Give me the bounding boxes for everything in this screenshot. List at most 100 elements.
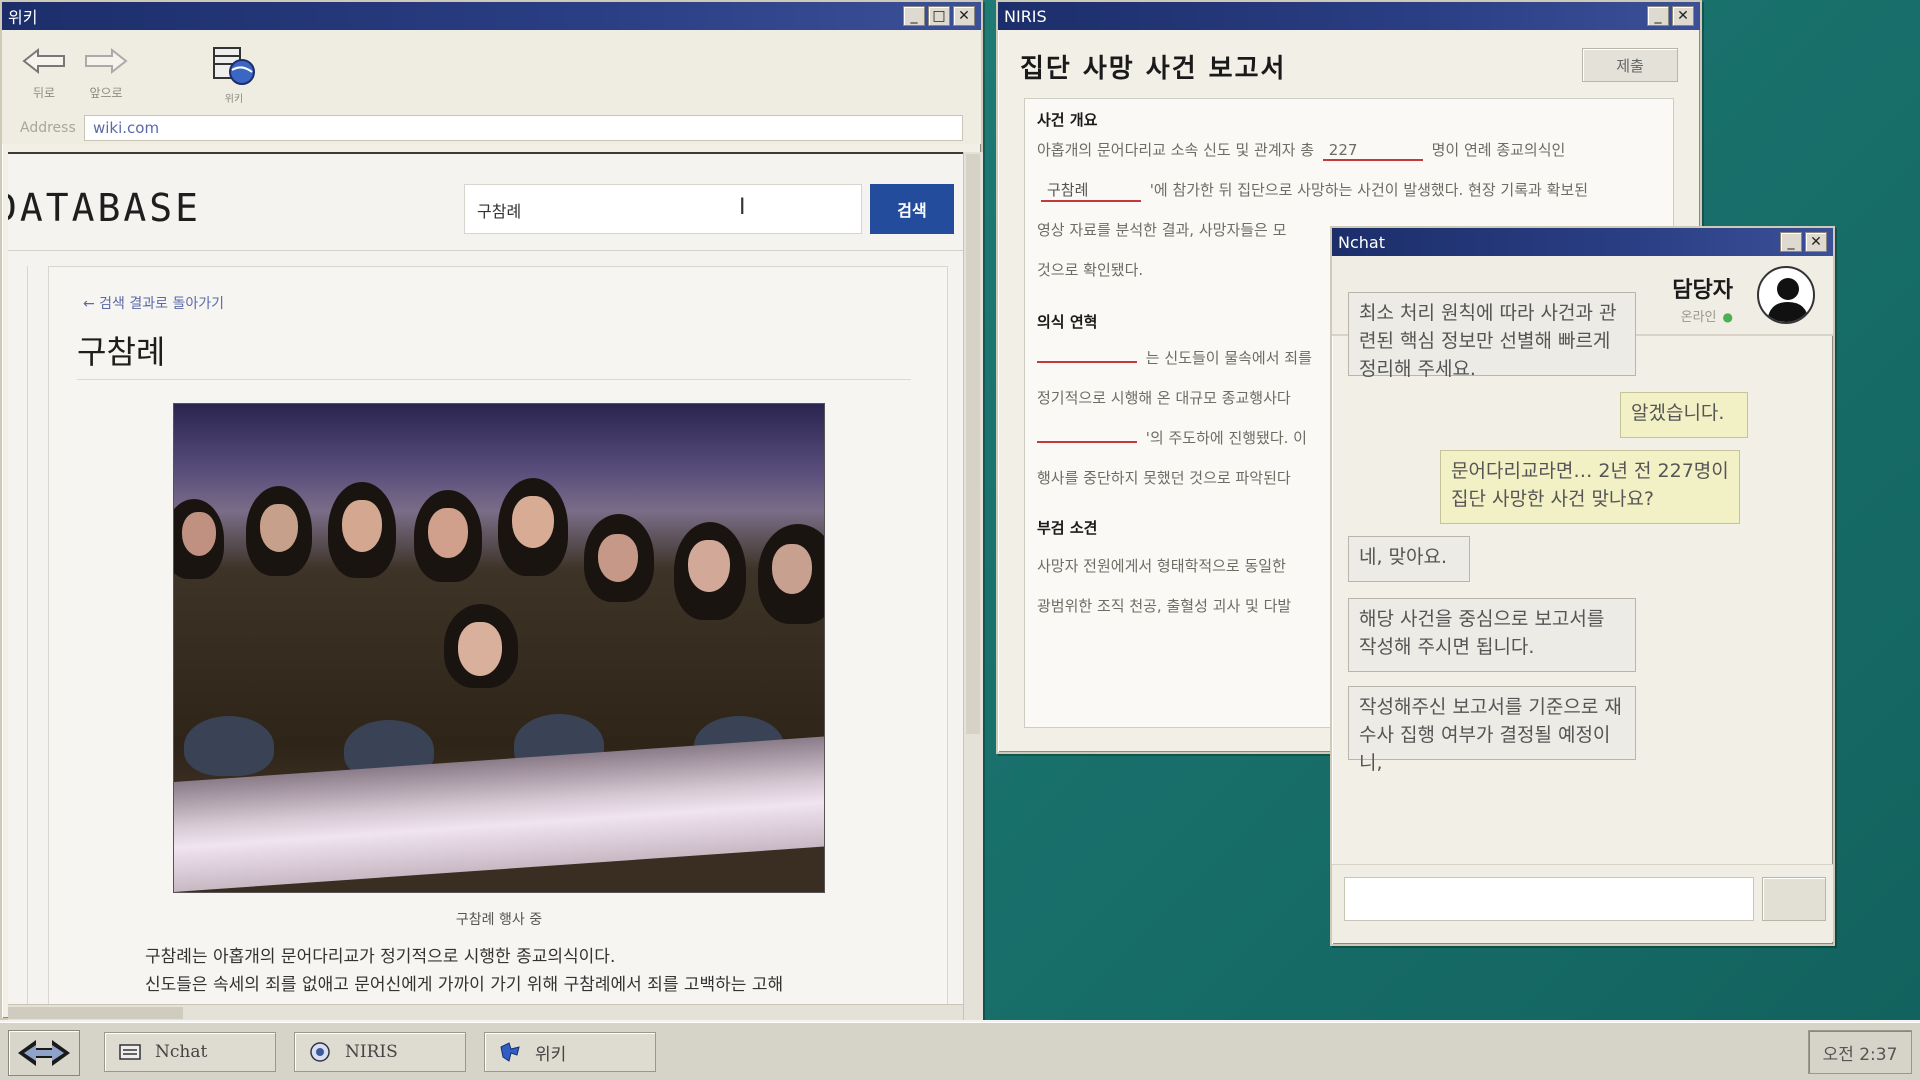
database-globe-icon — [213, 47, 255, 85]
message-incoming: 작성해주신 보고서를 기준으로 재수사 집행 여부가 결정될 예정이니, — [1348, 686, 1636, 774]
report-line: 아홉개의 문어다리교 소속 신도 및 관계자 총 227 명이 연례 종교의식인 — [1037, 139, 1565, 161]
wiki-home-button[interactable]: 위키 — [206, 44, 262, 105]
report-title: 집단 사망 사건 보고서 — [1020, 54, 1287, 84]
report-text: 명이 연례 종교의식인 — [1431, 141, 1566, 159]
wiki-window: 위키 _ □ ✕ 뒤로 앞으로 위키 Address wiki.com DATA… — [0, 0, 983, 1020]
search-input[interactable]: 구참례 I — [464, 184, 862, 234]
report-line: 사망자 전원에게서 형태학적으로 동일한 — [1037, 557, 1286, 575]
back-to-results-link[interactable]: ← 검색 결과로 돌아가기 — [83, 293, 224, 313]
report-line: 정기적으로 시행해 온 대규모 종교행사다 — [1037, 389, 1291, 407]
search-input-value: 구참례 — [477, 202, 522, 221]
wiki-puzzle-icon — [500, 1042, 520, 1062]
back-label: 뒤로 — [32, 86, 56, 100]
search-button[interactable]: 검색 — [870, 184, 954, 234]
taskbar-item-label: NIRIS — [345, 1042, 398, 1062]
chat-messages: 최소 처리 원칙에 따라 사건과 관련된 핵심 정보만 선별해 빠르게 정리해 … — [1332, 292, 1833, 856]
send-button[interactable] — [1762, 877, 1826, 921]
taskbar-item-label: 위키 — [535, 1044, 567, 1065]
report-text: '에 참가한 뒤 집단으로 사망하는 사건이 발생했다. 현장 기록과 확보된 — [1149, 181, 1588, 199]
taskbar-item-niris[interactable]: NIRIS — [294, 1032, 466, 1072]
maximize-button[interactable]: □ — [928, 6, 950, 26]
close-button[interactable]: ✕ — [1672, 6, 1694, 26]
minimize-button[interactable]: _ — [1780, 232, 1802, 252]
left-rail — [8, 266, 28, 1004]
address-label: Address — [20, 120, 76, 136]
address-input[interactable]: wiki.com — [84, 115, 963, 141]
message-outgoing: 문어다리교라면… 2년 전 227명이 집단 사망한 사건 맞나요? — [1440, 450, 1740, 524]
article-body-line: 구참례는 아홉개의 문어다리교가 정기적으로 시행한 종교의식이다. — [145, 947, 616, 967]
header-divider — [8, 250, 963, 251]
section-heading-autopsy: 부검 소견 — [1037, 519, 1098, 537]
close-button[interactable]: ✕ — [953, 6, 975, 26]
taskbar: Nchat NIRIS 위키 오전 2:37 — [0, 1020, 1920, 1080]
close-button[interactable]: ✕ — [1805, 232, 1827, 252]
wiki-page: DATABASE 구참례 I 검색 ← 검색 결과로 돌아가기 구참례 구참례 … — [8, 152, 963, 1004]
online-dot-icon: ● — [1722, 310, 1733, 324]
scroll-thumb[interactable] — [8, 1007, 183, 1019]
report-line: 영상 자료를 분석한 결과, 사망자들은 모 — [1037, 221, 1287, 239]
photo-caption: 구참례 행사 중 — [455, 912, 543, 928]
user-silhouette-icon — [1767, 278, 1809, 322]
forward-arrow-icon — [85, 47, 128, 75]
vertical-scrollbar[interactable] — [963, 152, 983, 1020]
message-incoming: 네, 맞아요. — [1348, 536, 1470, 582]
article-body-line: 신도들은 속세의 죄를 없애고 문어신에게 가까이 가기 위해 구참례에서 죄를… — [145, 975, 784, 995]
database-logo: DATABASE — [8, 186, 202, 230]
section-heading-history: 의식 연혁 — [1037, 313, 1098, 331]
report-line: 행사를 중단하지 못했던 것으로 파악된다 — [1037, 469, 1291, 487]
report-line: 구참례 '에 참가한 뒤 집단으로 사망하는 사건이 발생했다. 현장 기록과 … — [1037, 179, 1588, 202]
report-line: '의 주도하에 진행됐다. 이 — [1037, 427, 1307, 448]
nchat-titlebar[interactable]: Nchat _ ✕ — [1332, 228, 1833, 256]
report-text: 는 신도들이 물속에서 죄를 — [1145, 349, 1312, 367]
article-body: 구참례는 아홉개의 문어다리교가 정기적으로 시행한 종교의식이다. 신도들은 … — [145, 943, 963, 999]
nchat-window-title: Nchat — [1338, 232, 1385, 252]
back-button[interactable]: 뒤로 — [20, 44, 68, 101]
message-incoming: 해당 사건을 중심으로 보고서를 작성해 주시면 됩니다. — [1348, 598, 1636, 672]
message-outgoing: 알겠습니다. — [1620, 392, 1748, 438]
ritual-photo — [173, 403, 825, 893]
chat-keyboard-icon — [119, 1044, 141, 1060]
article-card: ← 검색 결과로 돌아가기 구참례 구참례 행사 중 구참례는 아홉개의 문어다… — [48, 266, 948, 1004]
horizontal-scrollbar[interactable] — [8, 1004, 963, 1020]
taskbar-item-wiki[interactable]: 위키 — [484, 1032, 656, 1072]
title-divider — [77, 379, 911, 380]
minimize-button[interactable]: _ — [903, 6, 925, 26]
window-controls: _ ✕ — [1647, 6, 1694, 26]
chat-message-input[interactable] — [1344, 877, 1754, 921]
browser-toolbar: 뒤로 앞으로 위키 — [2, 30, 981, 112]
nchat-window: Nchat _ ✕ 담당자 온라인 ● 최소 처리 원칙에 따라 사건과 관련된 … — [1330, 226, 1835, 946]
minimize-button[interactable]: _ — [1647, 6, 1669, 26]
wiki-titlebar[interactable]: 위키 _ □ ✕ — [2, 2, 981, 30]
forward-label: 앞으로 — [89, 86, 123, 100]
text-cursor-icon: I — [739, 195, 746, 220]
system-clock: 오전 2:37 — [1808, 1030, 1912, 1074]
address-bar: Address wiki.com — [2, 112, 981, 144]
taskbar-item-nchat[interactable]: Nchat — [104, 1032, 276, 1072]
chat-input-row — [1332, 864, 1833, 942]
start-button[interactable] — [8, 1030, 80, 1076]
contact-name: 담당자 — [1672, 278, 1733, 303]
scroll-thumb[interactable] — [966, 154, 980, 734]
forward-button[interactable]: 앞으로 — [82, 44, 130, 101]
wiki-window-title: 위키 — [8, 8, 38, 27]
submit-button[interactable]: 제출 — [1582, 48, 1678, 82]
ritual-history-field[interactable] — [1037, 361, 1137, 363]
niris-icon — [310, 1042, 330, 1062]
contact-status: 온라인 ● — [1681, 306, 1733, 325]
report-line: 는 신도들이 물속에서 죄를 — [1037, 347, 1312, 368]
report-text: 아홉개의 문어다리교 소속 신도 및 관계자 총 — [1037, 141, 1315, 159]
wiki-home-label: 위키 — [224, 94, 244, 105]
window-controls: _ □ ✕ — [903, 6, 975, 26]
message-incoming: 최소 처리 원칙에 따라 사건과 관련된 핵심 정보만 선별해 빠르게 정리해 … — [1348, 292, 1636, 380]
start-arrows-icon — [18, 1040, 70, 1066]
avatar — [1757, 266, 1815, 324]
report-text: '의 주도하에 진행됐다. 이 — [1145, 429, 1307, 447]
window-controls: _ ✕ — [1780, 232, 1827, 252]
section-heading-overview: 사건 개요 — [1037, 111, 1098, 129]
niris-titlebar[interactable]: NIRIS _ ✕ — [998, 2, 1700, 30]
ritual-name-field[interactable]: 구참례 — [1041, 179, 1141, 202]
victim-count-field[interactable]: 227 — [1322, 141, 1423, 161]
organizer-field[interactable] — [1037, 441, 1137, 443]
article-title: 구참례 — [77, 333, 166, 371]
report-line: 광범위한 조직 천공, 출혈성 괴사 및 다발 — [1037, 597, 1292, 615]
